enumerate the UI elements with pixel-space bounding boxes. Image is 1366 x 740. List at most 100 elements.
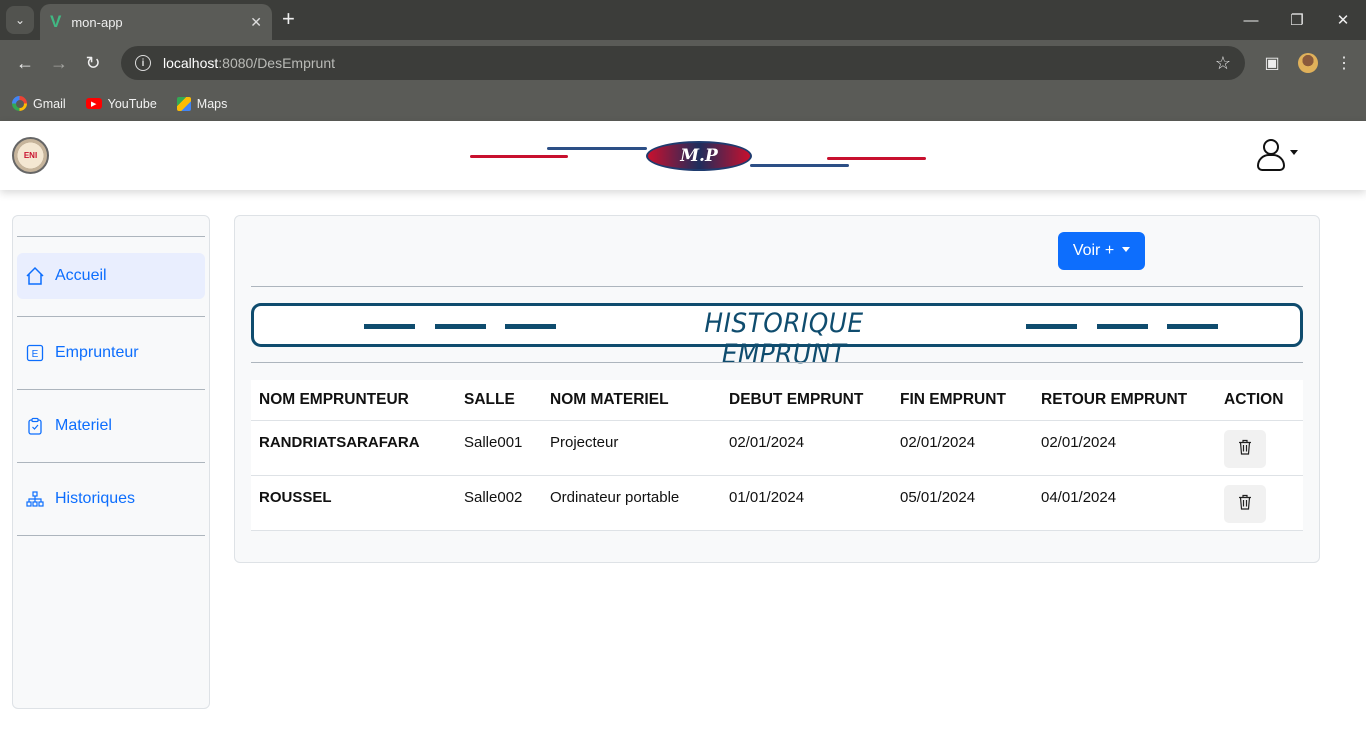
cell-salle: Salle002 [456,475,542,531]
bookmarks-bar: Gmail ▶ YouTube Maps [0,86,1366,121]
bookmark-youtube[interactable]: ▶ YouTube [85,96,157,111]
diagram-icon [25,489,45,509]
cell-action [1216,475,1303,531]
banner-dash [505,324,556,329]
back-button[interactable]: ← [8,46,42,80]
delete-button[interactable] [1224,484,1266,523]
cell-salle: Salle001 [456,420,542,476]
divider [251,286,1303,287]
bookmark-star-icon[interactable]: ☆ [1215,53,1231,74]
brand-line [750,164,849,167]
user-icon [1256,137,1286,173]
minimize-button[interactable]: — [1228,0,1274,40]
bookmark-gmail[interactable]: Gmail [12,96,66,111]
cell-debut: 01/01/2024 [721,475,892,531]
brand-line [547,147,647,150]
new-tab-button[interactable]: + [282,8,295,30]
history-banner: HISTORIQUE EMPRUNT [251,303,1303,370]
reload-button[interactable]: ↻ [76,46,110,80]
voir-button-label: Voir + [1072,242,1115,259]
tab-title: mon-app [71,14,123,30]
sidebar-item-historiques[interactable]: Historiques [17,463,205,535]
side-panel-icon[interactable]: ▣ [1258,46,1286,80]
banner-title: HISTORIQUE EMPRUNT [704,308,864,370]
forward-button[interactable]: → [42,46,76,80]
banner-dash [1167,324,1218,329]
profile-button[interactable] [1294,46,1322,80]
browser-toolbar: ← → ↻ i localhost:8080/DesEmprunt ☆ ▣ ⋮ [0,40,1366,86]
sidebar-item-label: Materiel [55,417,112,434]
banner-dash [1097,324,1148,329]
site-info-icon[interactable]: i [135,55,151,71]
cell-debut: 02/01/2024 [721,420,892,476]
sidebar-item-label: Historiques [55,490,136,507]
youtube-icon: ▶ [85,98,102,109]
trash-icon [1238,439,1252,459]
clipboard-icon [25,416,45,436]
trash-icon [1238,494,1252,514]
maps-icon [176,96,191,111]
banner-dash [1026,324,1077,329]
profile-avatar [1298,53,1318,73]
browser-tab-bar: ⌄ V mon-app ✕ + — ❐ ✕ [0,0,1366,40]
table-row: RANDRIATSARAFARA Salle001 Projecteur 02/… [251,420,1303,476]
url-path: :8080/DesEmprunt [218,55,335,71]
tab-search-button[interactable]: ⌄ [6,6,34,34]
app-header: ENI M.P [0,121,1366,190]
brand-line [470,155,568,158]
sidebar-item-materiel[interactable]: Materiel [17,390,205,462]
vue-icon: V [50,12,62,31]
voir-plus-dropdown-button[interactable]: Voir + [1058,232,1145,270]
delete-button[interactable] [1224,429,1266,468]
user-menu-toggle[interactable] [1256,137,1298,173]
column-header: NOM MATERIEL [542,380,721,421]
cell-materiel: Ordinateur portable [542,475,721,531]
column-header: SALLE [456,380,542,421]
main-card: Voir + HISTORIQUE EMPRUNT NOM EMPRUNTEUR… [234,215,1320,563]
bookmark-label: YouTube [107,96,157,111]
column-header: NOM EMPRUNTEUR [251,380,456,421]
svg-text:E: E [32,349,39,360]
brand-ellipse: M.P [646,141,752,171]
close-tab-icon[interactable]: ✕ [250,14,262,31]
column-header: RETOUR EMPRUNT [1033,380,1216,421]
table-row: ROUSSEL Salle002 Ordinateur portable 01/… [251,475,1303,531]
restore-button[interactable]: ❐ [1274,0,1320,40]
divider [17,236,205,237]
column-header: FIN EMPRUNT [892,380,1033,421]
caret-down-icon [1122,247,1131,252]
sidebar-item-emprunteur[interactable]: E Emprunteur [17,317,205,389]
cell-retour: 02/01/2024 [1033,420,1216,476]
table-header-row: NOM EMPRUNTEUR SALLE NOM MATERIEL DEBUT … [251,380,1303,421]
sidebar-item-accueil[interactable]: Accueil [17,253,205,299]
sidebar-item-label: Emprunteur [55,344,139,361]
brand-logo: M.P [468,139,928,175]
bookmark-label: Gmail [33,96,66,111]
brand-line [827,157,926,160]
url-host: localhost [163,55,219,71]
e-box-icon: E [25,343,45,363]
bookmark-maps[interactable]: Maps [176,96,228,111]
address-bar[interactable]: i localhost:8080/DesEmprunt ☆ [121,46,1245,80]
home-icon [25,266,45,286]
sidebar: Accueil E Emprunteur Materiel Historique… [12,215,210,709]
close-window-button[interactable]: ✕ [1320,0,1366,40]
sidebar-item-label: Accueil [55,267,107,284]
menu-icon[interactable]: ⋮ [1330,46,1358,80]
banner-dash [364,324,415,329]
cell-emprunteur: RANDRIATSARAFARA [251,420,456,476]
cell-fin: 02/01/2024 [892,420,1033,476]
school-logo[interactable]: ENI [12,137,49,174]
banner-dash [435,324,486,329]
cell-fin: 05/01/2024 [892,475,1033,531]
cell-action [1216,420,1303,476]
google-icon [12,96,27,111]
column-header: DEBUT EMPRUNT [721,380,892,421]
divider [251,362,1303,363]
browser-tab[interactable]: V mon-app ✕ [40,4,272,40]
bookmark-label: Maps [196,96,228,111]
history-table: NOM EMPRUNTEUR SALLE NOM MATERIEL DEBUT … [251,380,1303,531]
caret-down-icon [1290,149,1298,155]
cell-emprunteur: ROUSSEL [251,475,456,531]
cell-retour: 04/01/2024 [1033,475,1216,531]
